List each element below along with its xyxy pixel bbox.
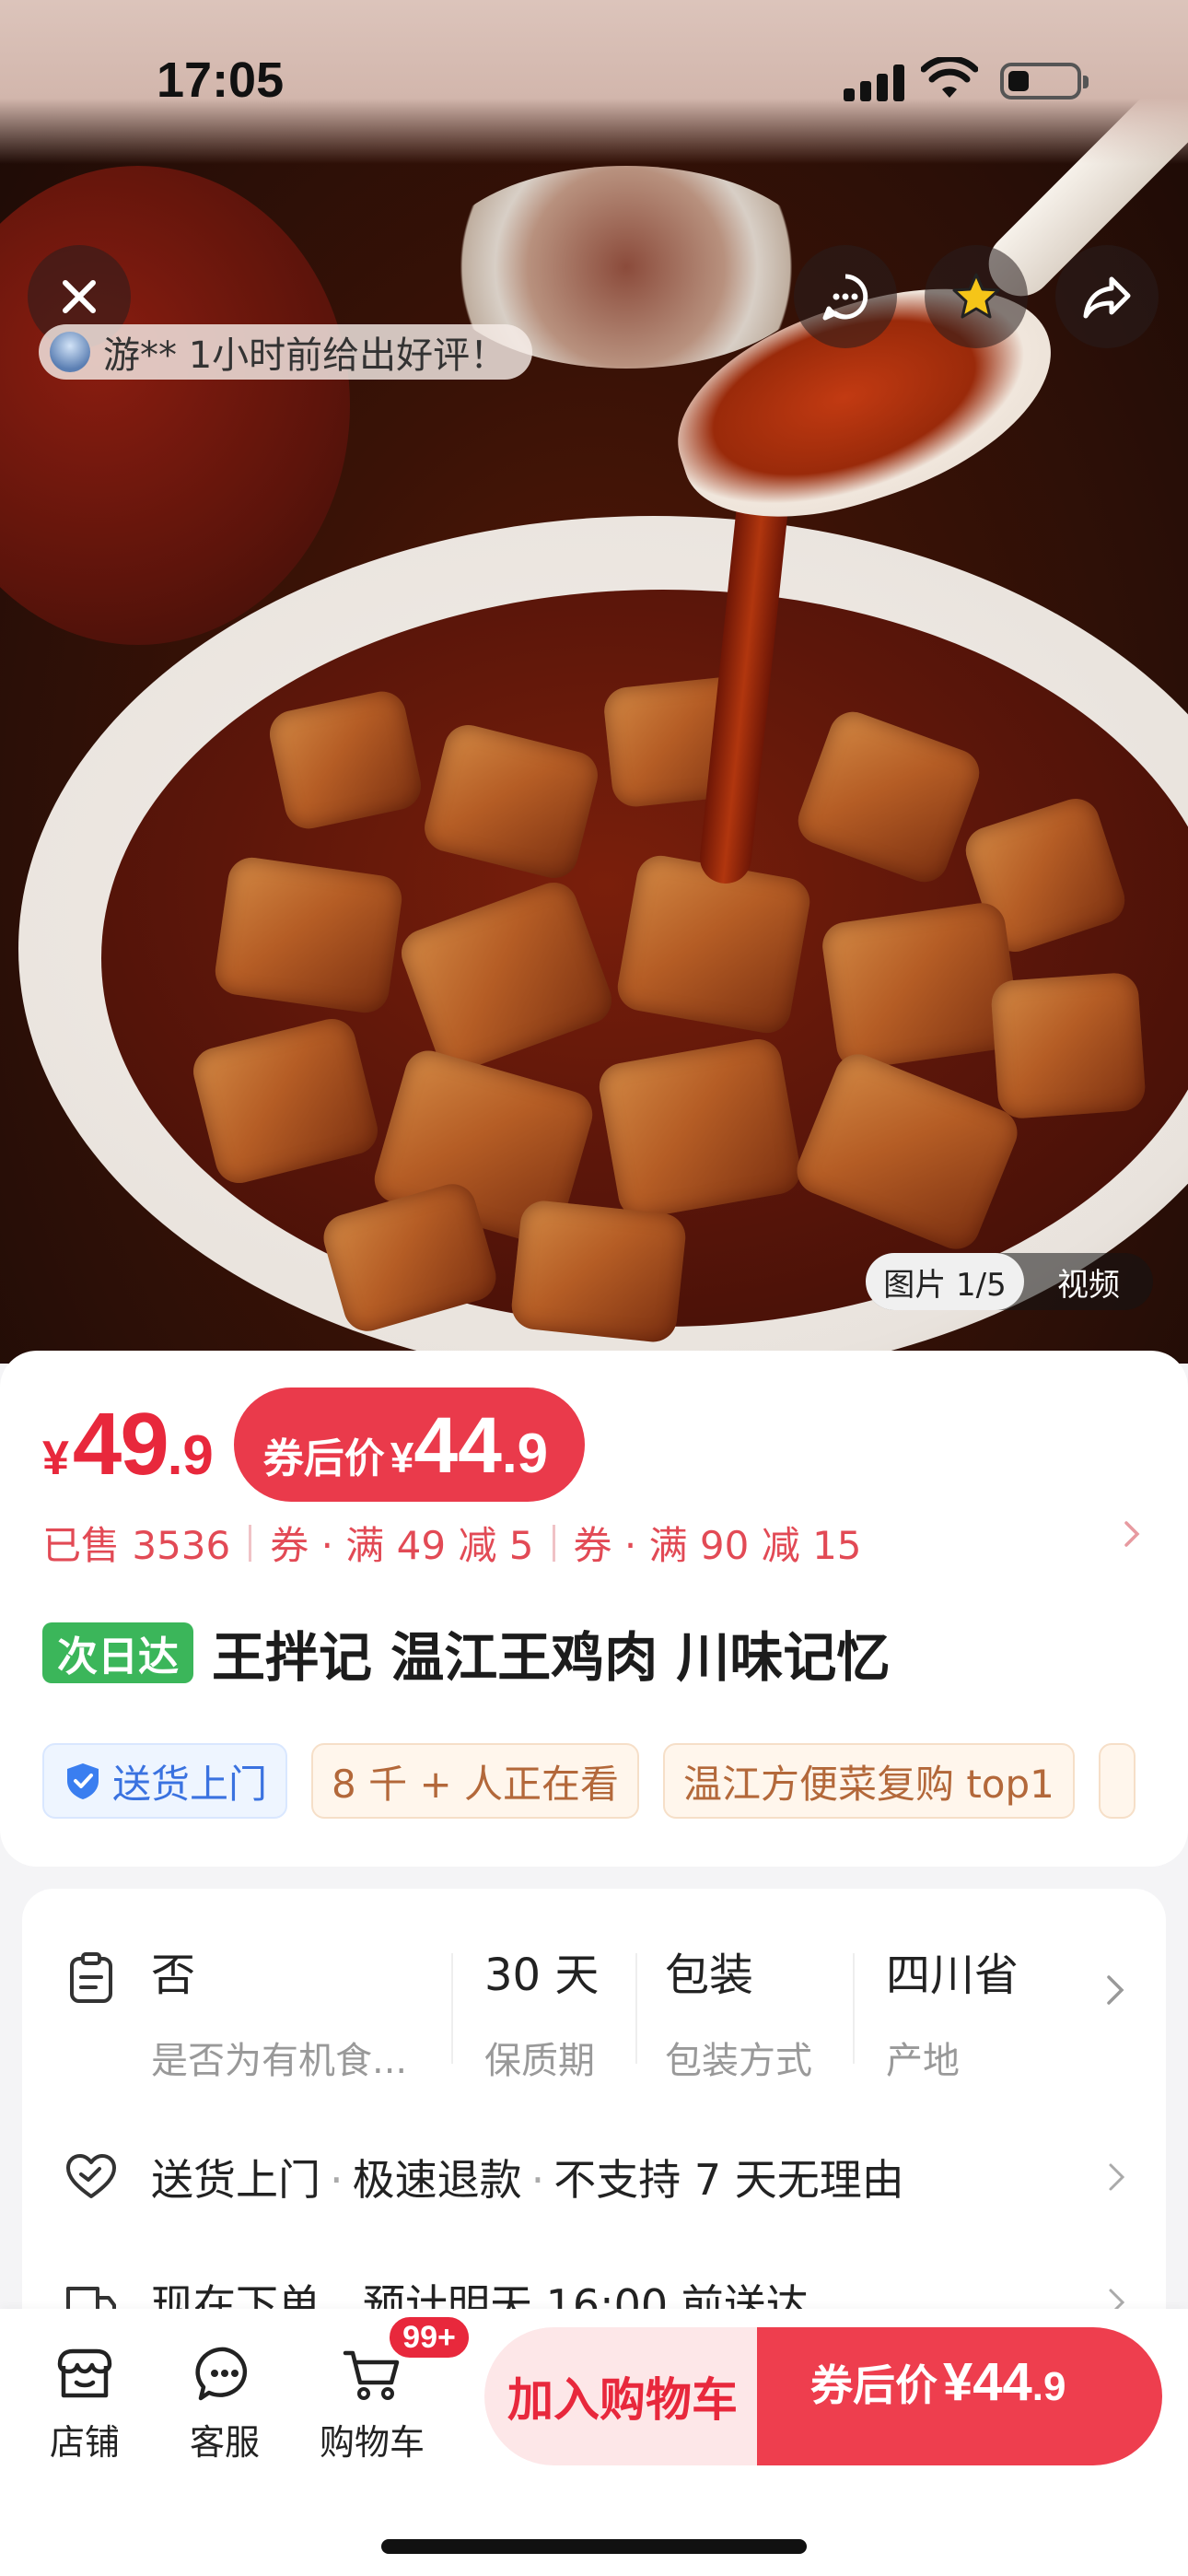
tag-viewers[interactable]: 8 千 + 人正在看 bbox=[311, 1743, 639, 1819]
coupon-price-currency: ¥ bbox=[390, 1434, 414, 1481]
attribute-organic: 否 是否为有机食... bbox=[151, 1938, 407, 2084]
gallery-mode-switch: 图片 1/5 视频 bbox=[866, 1253, 1153, 1310]
food-piece bbox=[819, 899, 1023, 1072]
buy-now-button[interactable]: 券后价 ¥44 .9 bbox=[757, 2327, 1162, 2465]
shield-check-icon bbox=[67, 1763, 99, 1799]
divider bbox=[635, 1953, 637, 2064]
status-time: 17:05 bbox=[157, 53, 285, 108]
product-image-gallery[interactable] bbox=[0, 0, 1188, 1364]
cart-count-badge: 99+ bbox=[387, 2314, 472, 2360]
product-info-card: ¥ 49 .9 券后价 ¥ 44 .9 已售 3536 券 · 满 49 减 5… bbox=[0, 1351, 1188, 1867]
tag-repurchase-rank[interactable]: 温江方便菜复购 top1 bbox=[662, 1743, 1075, 1819]
price-currency: ¥ bbox=[42, 1432, 69, 1485]
tags-row: 送货上门 8 千 + 人正在看 温江方便菜复购 top1 bbox=[42, 1743, 1136, 1819]
price: ¥ 49 .9 bbox=[42, 1394, 214, 1495]
attribute-value: 四川省 bbox=[886, 1950, 1019, 2001]
food-piece bbox=[595, 1035, 805, 1223]
coupon-price-integer: 44 bbox=[413, 1401, 503, 1490]
tag-more[interactable] bbox=[1098, 1743, 1136, 1819]
recent-review-toast: 游** 1小时前给出好评！ bbox=[39, 324, 533, 380]
service-guarantee-text: 送货上门 · 极速退款 · 不支持 7 天无理由 bbox=[151, 2155, 904, 2205]
sold-count: 已售 3536 bbox=[42, 1523, 231, 1568]
next-day-badge: 次日达 bbox=[42, 1622, 193, 1683]
buy-label-text: 券后价 bbox=[810, 2360, 938, 2410]
divider bbox=[451, 1953, 453, 2064]
favorite-button[interactable] bbox=[925, 245, 1028, 348]
wifi-icon bbox=[921, 57, 978, 98]
star-icon bbox=[952, 273, 1000, 319]
signal-icon bbox=[844, 64, 908, 101]
food-piece bbox=[212, 854, 405, 1016]
store-icon bbox=[57, 2348, 112, 2398]
buy-button-label: 券后价 ¥44 .9 bbox=[810, 2351, 1066, 2413]
status-bar: 17:05 bbox=[0, 0, 1188, 164]
store-button[interactable]: 店铺 bbox=[20, 2342, 149, 2465]
bottom-action-bar: 店铺 客服 购物车 99+ 加入购物车 券后价 ¥44 .9 bbox=[0, 2309, 1188, 2576]
close-icon bbox=[63, 280, 96, 313]
add-to-cart-button[interactable]: 加入购物车 bbox=[484, 2327, 761, 2465]
attribute-value: 否 bbox=[151, 1950, 196, 2001]
home-indicator[interactable] bbox=[381, 2539, 807, 2554]
attribute-key: 产地 bbox=[886, 2040, 960, 2082]
chevron-right-icon bbox=[1124, 1521, 1140, 1547]
customer-service-button[interactable]: 客服 bbox=[160, 2342, 289, 2465]
attribute-shelf-life: 30 天 保质期 bbox=[484, 1938, 599, 2084]
attribute-value: 30 天 bbox=[484, 1950, 600, 2001]
coupon-promo: 券 · 满 49 减 5 bbox=[270, 1523, 534, 1568]
buy-price-integer: ¥44 bbox=[943, 2352, 1032, 2412]
tag-label: 送货上门 bbox=[112, 1761, 268, 1807]
divider bbox=[249, 1524, 252, 1562]
customer-service-label: 客服 bbox=[189, 2422, 260, 2463]
attribute-key: 包装方式 bbox=[665, 2040, 812, 2082]
attribute-packaging: 包装 包装方式 bbox=[665, 1938, 812, 2084]
price-decimal: .9 bbox=[167, 1424, 214, 1486]
coupon-price-decimal: .9 bbox=[502, 1423, 549, 1484]
heart-check-icon bbox=[66, 2154, 116, 2198]
coupon-promo: 券 · 满 90 减 15 bbox=[573, 1523, 862, 1568]
photo-tab[interactable]: 图片 1/5 bbox=[866, 1253, 1024, 1310]
price-integer: 49 bbox=[72, 1395, 169, 1493]
coupon-price-label: 券后价 bbox=[262, 1435, 385, 1482]
cart-label: 购物车 bbox=[319, 2422, 425, 2463]
attribute-key: 保质期 bbox=[484, 2040, 595, 2082]
coupon-price-badge: 券后价 ¥ 44 .9 bbox=[233, 1388, 586, 1502]
clipboard-icon bbox=[70, 1952, 112, 2003]
share-button[interactable] bbox=[1055, 245, 1159, 348]
buy-price-decimal: .9 bbox=[1031, 2364, 1066, 2409]
battery-icon bbox=[1000, 63, 1089, 100]
price-row: ¥ 49 .9 券后价 ¥ 44 .9 bbox=[42, 1388, 586, 1502]
service-item: 送货上门 bbox=[151, 2155, 320, 2205]
share-arrow-icon bbox=[1083, 276, 1131, 319]
service-guarantee-row[interactable]: 送货上门 · 极速退款 · 不支持 7 天无理由 bbox=[22, 2136, 1166, 2219]
product-title: 王拌记 温江王鸡肉 川味记忆 bbox=[212, 1626, 891, 1689]
chat-icon bbox=[195, 2347, 248, 2401]
chevron-right-icon bbox=[1109, 2163, 1125, 2191]
tag-home-delivery[interactable]: 送货上门 bbox=[42, 1743, 288, 1819]
divider bbox=[552, 1524, 555, 1562]
video-tab[interactable]: 视频 bbox=[1024, 1253, 1153, 1310]
title-row: 次日达 王拌记 温江王鸡肉 川味记忆 bbox=[42, 1614, 890, 1692]
message-button[interactable] bbox=[794, 245, 897, 348]
attributes-row[interactable]: 否 是否为有机食... 30 天 保质期 包装 包装方式 四川省 产地 bbox=[22, 1916, 1166, 2091]
attribute-origin: 四川省 产地 bbox=[886, 1938, 1019, 2084]
promo-row[interactable]: 已售 3536 券 · 满 49 减 5 券 · 满 90 减 15 bbox=[42, 1515, 1147, 1571]
service-item: 不支持 7 天无理由 bbox=[553, 2155, 904, 2205]
chevron-right-icon bbox=[1107, 1975, 1124, 2005]
food-piece bbox=[989, 971, 1147, 1120]
review-toast-text: 游** 1小时前给出好评！ bbox=[103, 334, 507, 377]
chili-bowl-background bbox=[0, 166, 350, 645]
service-item: 极速退款 bbox=[352, 2155, 522, 2205]
attribute-value: 包装 bbox=[665, 1950, 754, 2001]
store-label: 店铺 bbox=[49, 2422, 120, 2463]
avatar bbox=[50, 332, 90, 372]
divider bbox=[853, 1953, 855, 2064]
attribute-key: 是否为有机食... bbox=[151, 2040, 408, 2082]
food-piece bbox=[509, 1198, 688, 1345]
chat-bubble-icon bbox=[822, 274, 868, 321]
